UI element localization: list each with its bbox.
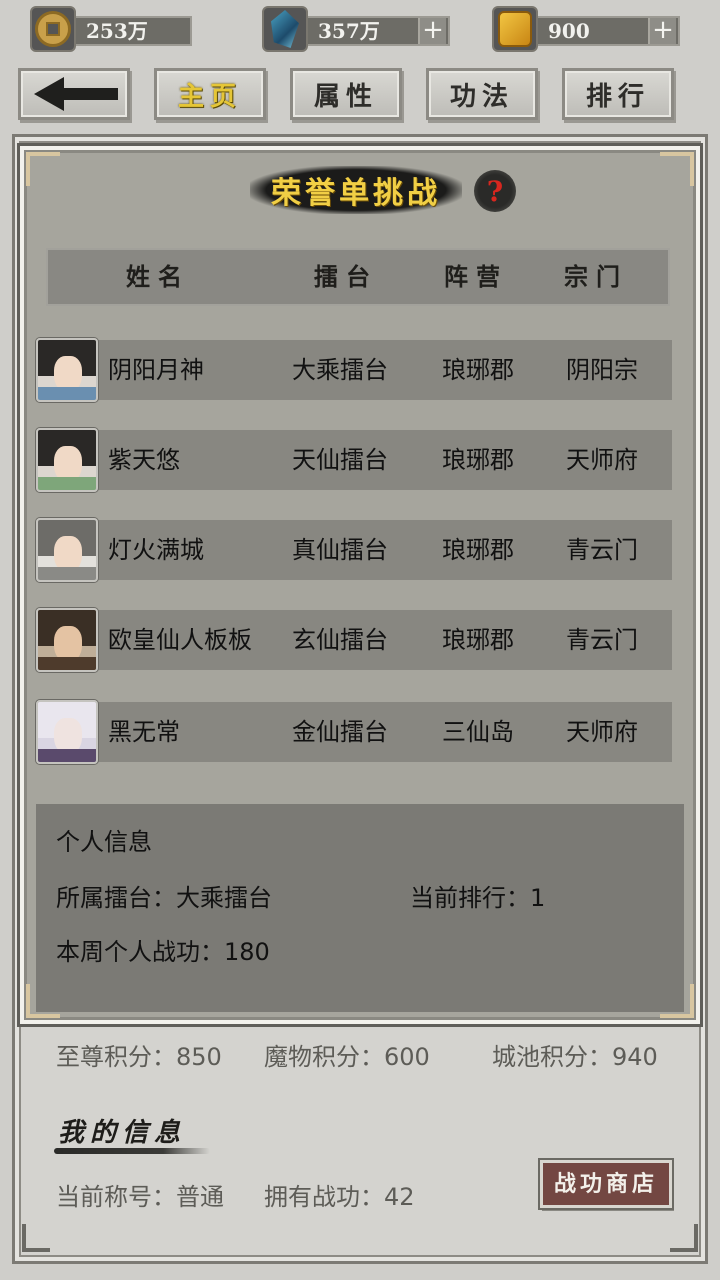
row-name: 黑无常 [108,718,180,746]
elder-avatar-icon [36,518,98,582]
personal-weekly-merit: 本周个人战功：180 [56,938,270,966]
merit-shop-button[interactable]: 战功商店 [540,1160,672,1208]
nav-home-button[interactable]: 主页 [154,68,266,120]
help-icon[interactable]: ? [474,170,516,212]
masked-avatar-icon [36,700,98,764]
crystal-icon [262,6,308,52]
row-arena: 天仙擂台 [292,446,388,474]
table-header: 姓名 擂台 阵营 宗门 [46,248,670,306]
current-title: 当前称号：普通 [56,1183,224,1211]
row-sect: 青云门 [566,536,638,564]
panel-title: 荣誉单挑战 [271,176,441,211]
row-camp: 三仙岛 [442,718,514,746]
row-camp: 琅琊郡 [442,626,514,654]
row-camp: 琅琊郡 [442,356,514,384]
row-arena: 真仙擂台 [292,536,388,564]
personal-info-box: 个人信息 所属擂台：大乘擂台 当前排行：1 本周个人战功：180 [36,804,684,1012]
personal-rank: 当前排行：1 [410,884,546,912]
table-row[interactable]: 欧皇仙人板板 玄仙擂台 琅琊郡 青云门 [36,608,672,672]
row-sect: 天师府 [566,718,638,746]
header-sect: 宗门 [564,262,628,291]
resource-gold: 900 + [492,6,680,52]
row-arena: 大乘擂台 [292,356,388,384]
back-arrow-icon [34,77,118,111]
table-row[interactable]: 黑无常 金仙擂台 三仙岛 天师府 [36,700,672,764]
resource-coin: 253万 [30,6,192,52]
panel-title-banner: 荣誉单挑战 [250,166,462,214]
coin-value: 253万 [86,19,148,43]
city-score: 城池积分：940 [492,1043,658,1071]
nav-attributes-button[interactable]: 属性 [290,68,402,120]
row-name: 紫天悠 [108,446,180,474]
gold-value: 900 [548,19,590,43]
row-name: 欧皇仙人板板 [108,626,252,654]
row-sect: 阴阳宗 [566,356,638,384]
add-crystal-button[interactable]: + [418,17,446,44]
add-gold-button[interactable]: + [648,17,676,44]
table-row[interactable]: 阴阳月神 大乘擂台 琅琊郡 阴阳宗 [36,338,672,402]
row-sect: 青云门 [566,626,638,654]
row-arena: 玄仙擂台 [292,626,388,654]
row-sect: 天师府 [566,446,638,474]
table-row[interactable]: 灯火满城 真仙擂台 琅琊郡 青云门 [36,518,672,582]
row-name: 阴阳月神 [108,356,204,384]
supreme-score: 至尊积分：850 [56,1043,222,1071]
frame-corner-ornament [660,152,694,186]
female-avatar-icon [36,338,98,402]
header-name: 姓名 [126,262,190,291]
owned-merit: 拥有战功：42 [264,1183,415,1211]
crystal-value: 357万 [318,19,380,43]
my-info-title: 我的信息 [58,1118,187,1148]
gold-ingot-icon [492,6,538,52]
male-avatar-icon [36,608,98,672]
personal-arena: 所属擂台：大乘擂台 [56,884,272,912]
row-camp: 琅琊郡 [442,446,514,474]
row-name: 灯火满城 [108,536,204,564]
coin-icon [30,6,76,52]
header-arena: 擂台 [314,262,378,291]
personal-info-title: 个人信息 [56,828,152,856]
frame-corner-ornament [26,152,60,186]
frame-corner-ornament [670,1224,698,1252]
nav-ranking-button[interactable]: 排行 [562,68,674,120]
table-row[interactable]: 紫天悠 天仙擂台 琅琊郡 天师府 [36,428,672,492]
back-button[interactable] [18,68,130,120]
row-camp: 琅琊郡 [442,536,514,564]
brush-divider [54,1148,210,1154]
frame-corner-ornament [22,1224,50,1252]
nav-skills-button[interactable]: 功法 [426,68,538,120]
female-avatar-icon [36,428,98,492]
monster-score: 魔物积分：600 [264,1043,430,1071]
row-arena: 金仙擂台 [292,718,388,746]
header-camp: 阵营 [444,262,508,291]
resource-crystal: 357万 + [262,6,450,52]
